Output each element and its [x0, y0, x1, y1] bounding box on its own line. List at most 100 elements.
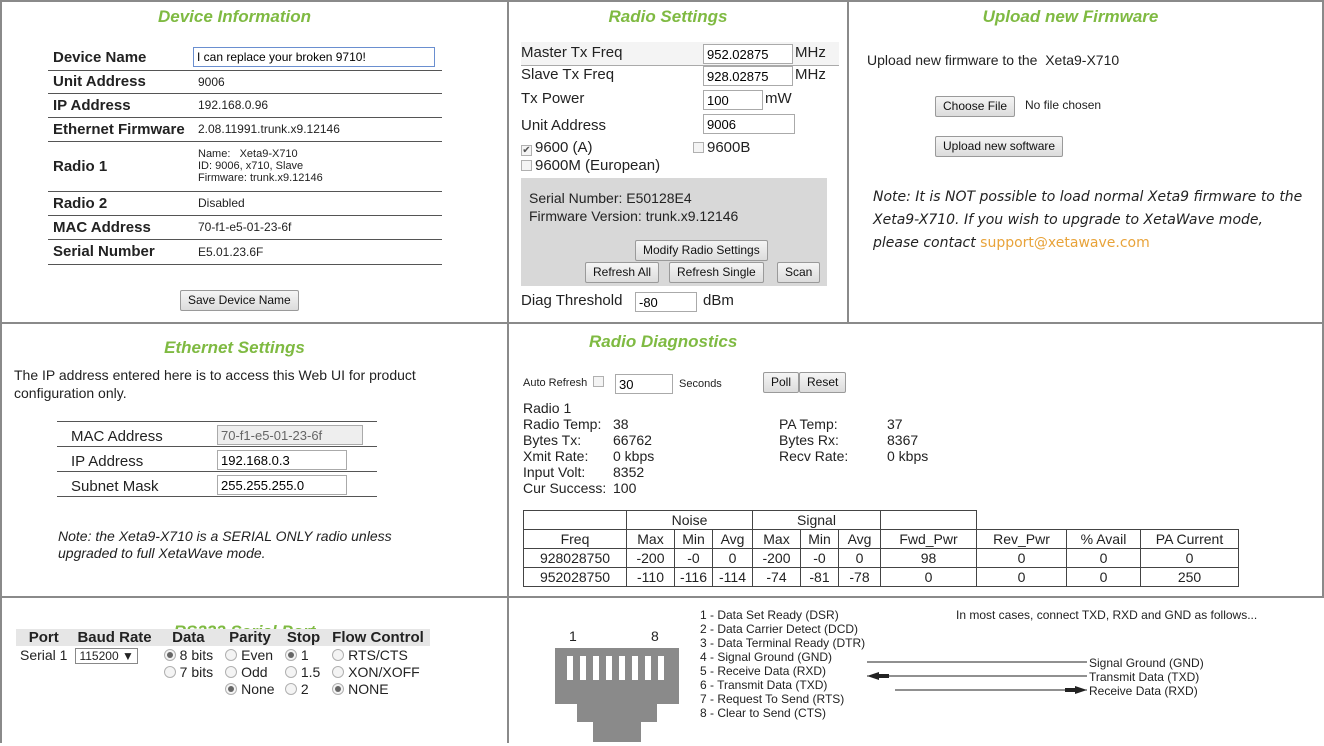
- input-volt-value: 8352: [613, 464, 645, 480]
- radio-xonxoff[interactable]: [332, 665, 345, 678]
- unit-address-input[interactable]: [703, 114, 795, 134]
- radio-none-parity[interactable]: [225, 682, 238, 695]
- parity-none-label: None: [241, 680, 275, 697]
- diagnostics-table: Noise Signal Freq Max Min Avg Max Min Av…: [523, 510, 1239, 587]
- slave-tx-freq-input[interactable]: [703, 66, 793, 86]
- eth-subnet-label: Subnet Mask: [71, 478, 159, 495]
- table-row: Ethernet Firmware 2.08.11991.trunk.x9.12…: [48, 117, 442, 142]
- auto-refresh-checkbox[interactable]: [593, 376, 605, 387]
- choose-file-button[interactable]: Choose File: [935, 96, 1016, 117]
- ip-address-label: IP Address: [48, 93, 193, 118]
- table-row: Port Baud Rate Data Parity Stop Flow Con…: [16, 629, 430, 646]
- modify-radio-settings-button[interactable]: Modify Radio Settings: [635, 240, 768, 261]
- flow-none-label: NONE: [348, 680, 389, 697]
- refresh-all-button[interactable]: Refresh All: [585, 262, 660, 283]
- radio-none-flow[interactable]: [332, 682, 345, 695]
- pa-temp-value: 37: [887, 416, 903, 432]
- bytes-rx-label: Bytes Rx:: [779, 432, 839, 448]
- radio-rtscts[interactable]: [332, 648, 345, 661]
- radio-7bits[interactable]: [163, 665, 176, 678]
- unit-address-label: Unit Address: [521, 117, 607, 134]
- scan-button[interactable]: Scan: [777, 262, 821, 283]
- radio-even[interactable]: [225, 648, 238, 661]
- reset-button[interactable]: Reset: [799, 372, 847, 393]
- table-cell: 98: [880, 548, 977, 568]
- diag-unit: dBm: [703, 292, 734, 309]
- save-device-name-button[interactable]: Save Device Name: [180, 290, 299, 311]
- device-name-label: Device Name: [48, 45, 193, 71]
- table-cell: -81: [800, 567, 839, 587]
- parity-even-label: Even: [241, 646, 274, 663]
- opt-9600b[interactable]: 9600B: [693, 139, 750, 156]
- table-cell: -74: [752, 567, 801, 587]
- stop-15-label: 1.5: [300, 663, 321, 680]
- tx-power-input[interactable]: [703, 90, 763, 110]
- col-parity: Parity: [229, 629, 271, 646]
- table-cell: 0: [976, 548, 1067, 568]
- col-stop: Stop: [286, 629, 321, 646]
- bytes-rx-value: 8367: [887, 432, 919, 448]
- col-header: PA Current: [1140, 529, 1239, 549]
- radio1-name: Name: Xeta9-X710: [198, 148, 298, 160]
- parity-odd-label: Odd: [241, 663, 268, 680]
- radio-stop-1[interactable]: [284, 648, 297, 661]
- upload-software-button[interactable]: Upload new software: [935, 136, 1064, 157]
- table-row: Freq Max Min Avg Max Min Avg Fwd_Pwr Rev…: [523, 529, 1239, 549]
- refresh-single-button[interactable]: Refresh Single: [669, 262, 764, 283]
- radio1-firmware: Firmware: trunk.x9.12146: [198, 172, 323, 184]
- diag-threshold-input[interactable]: [635, 292, 697, 312]
- pin-item: 8 - Clear to Send (CTS): [700, 706, 827, 720]
- serial-port-table: Port Baud Rate Data Parity Stop Flow Con…: [16, 629, 430, 697]
- table-cell: 0: [976, 567, 1067, 587]
- rs232-serial-panel: RS232 Serial Port Port Baud Rate Data Pa…: [0, 596, 509, 743]
- col-port: Port: [28, 629, 59, 646]
- auto-refresh-seconds-input[interactable]: [615, 374, 673, 394]
- firmware-intro: Upload new firmware to the Xeta9-X710: [867, 52, 1120, 68]
- col-header: Freq: [523, 529, 627, 549]
- eth-subnet-input[interactable]: [217, 475, 347, 495]
- table-cell: -78: [838, 567, 881, 587]
- radio-stop-15[interactable]: [284, 665, 297, 678]
- stop-1-label: 1: [300, 646, 309, 663]
- eth-ip-input[interactable]: [217, 450, 347, 470]
- pin-item: 6 - Transmit Data (TXD): [700, 678, 828, 692]
- col-header: Min: [800, 529, 839, 549]
- device-name-input[interactable]: [193, 47, 435, 68]
- cur-success-value: 100: [613, 480, 637, 496]
- opt-9600m[interactable]: 9600M (European): [521, 157, 660, 174]
- data-7bits-label: 7 bits: [179, 663, 214, 680]
- table-cell: -116: [674, 567, 713, 587]
- stop-2-label: 2: [300, 680, 309, 697]
- table-row: Serial 1 115200 ▼ 8 bits Even 1 RTS/CTS: [16, 646, 430, 664]
- checkbox-checked-icon[interactable]: ✔: [521, 145, 532, 156]
- xmit-rate-value: 0 kbps: [613, 448, 655, 464]
- checkbox-icon[interactable]: [521, 160, 532, 171]
- ethernet-firmware-value: 2.08.11991.trunk.x9.12146: [193, 117, 442, 142]
- radio-stop-2[interactable]: [284, 682, 297, 695]
- radio-8bits[interactable]: [163, 648, 176, 661]
- wiring-lines: [867, 661, 1087, 694]
- recv-rate-value: 0 kbps: [887, 448, 929, 464]
- support-email-link[interactable]: support@xetawave.com: [980, 235, 1150, 251]
- checkbox-icon[interactable]: [693, 142, 704, 153]
- poll-button[interactable]: Poll: [763, 372, 800, 393]
- bytes-tx-value: 66762: [613, 432, 652, 448]
- master-tx-freq-input[interactable]: [703, 44, 793, 64]
- eth-ip-label: IP Address: [71, 453, 144, 470]
- table-row: Radio 1 Name: Xeta9-X710 ID: 9006, x710,…: [48, 141, 442, 192]
- auto-refresh-row: Auto Refresh: [523, 376, 607, 389]
- radio-serial-number: Serial Number: E50128E4: [529, 190, 692, 206]
- table-row: Subnet Mask: [57, 472, 377, 497]
- opt-9600[interactable]: ✔ 9600 (A): [521, 139, 593, 156]
- col-header: Max: [626, 529, 675, 549]
- radio-odd[interactable]: [225, 665, 238, 678]
- wiring-hint: In most cases, connect TXD, RXD and GND …: [956, 608, 1258, 622]
- radio-settings-panel: Radio Settings Master Tx Freq MHz Slave …: [507, 0, 849, 324]
- eth-mac-label: MAC Address: [71, 428, 163, 445]
- flow-xonxoff-label: XON/XOFF: [348, 663, 420, 680]
- table-row: Noise Signal: [523, 510, 1239, 530]
- baud-select[interactable]: 115200 ▼: [75, 647, 138, 664]
- pin-item: 3 - Data Terminal Ready (DTR): [700, 636, 866, 650]
- table-cell: 250: [1140, 567, 1239, 587]
- table-cell: -110: [626, 567, 675, 587]
